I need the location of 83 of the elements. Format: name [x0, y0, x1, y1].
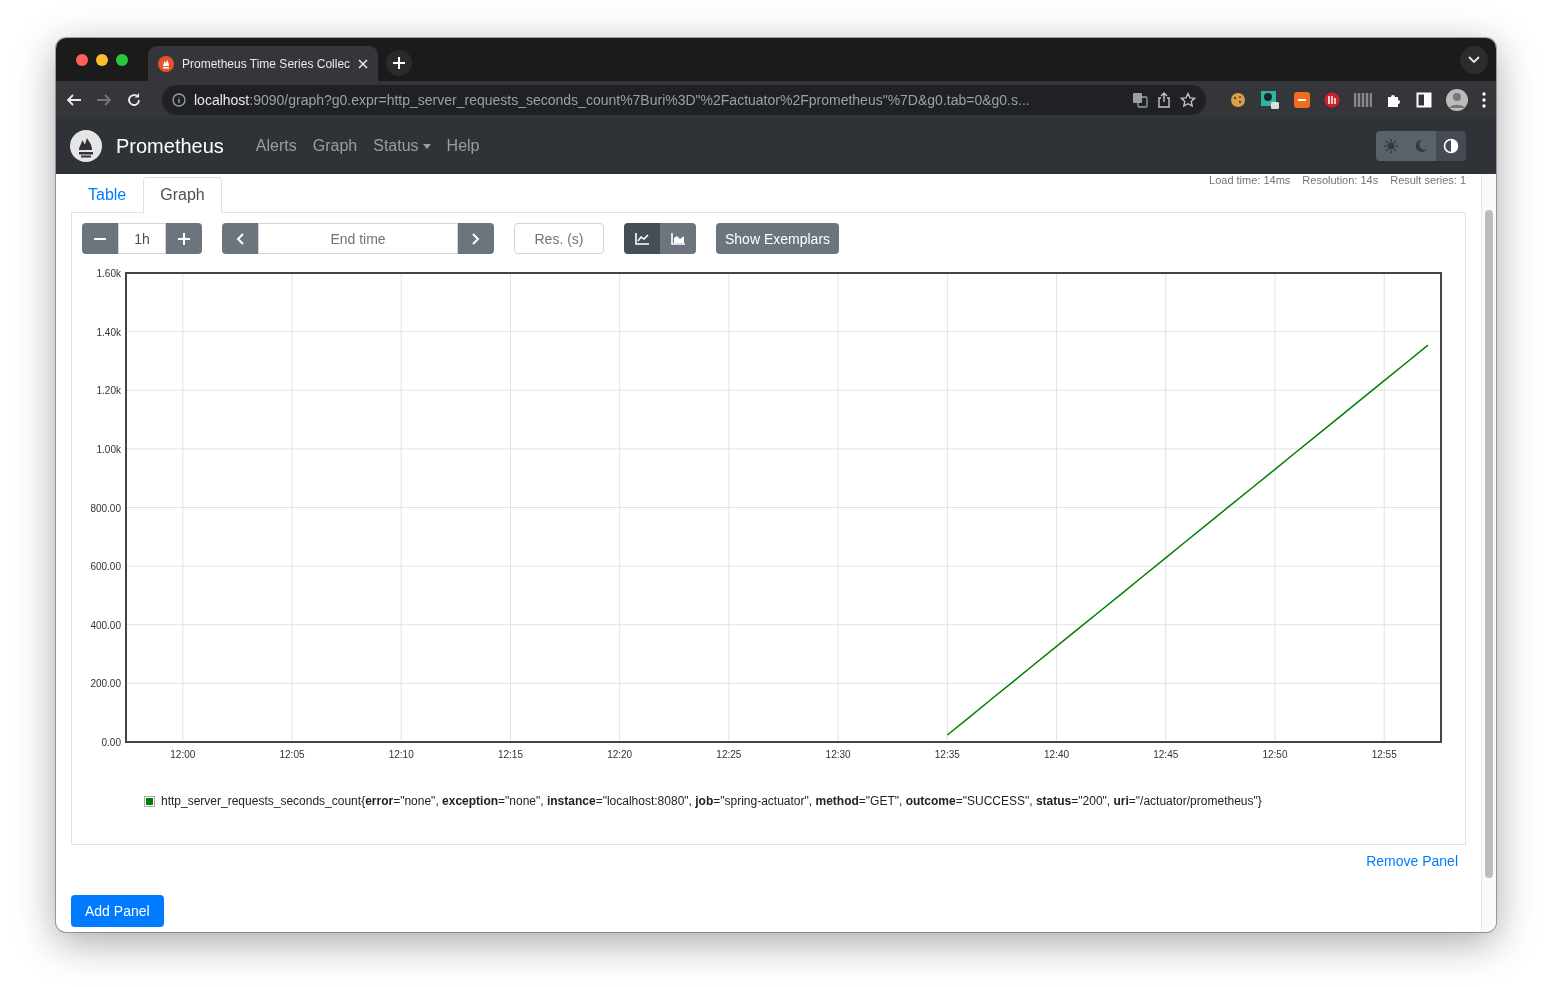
query-stat: Result series: 1: [1390, 174, 1466, 186]
more-menu-icon[interactable]: [1482, 91, 1486, 108]
tab-search-button[interactable]: [1460, 46, 1488, 74]
new-tab-button[interactable]: [386, 50, 412, 76]
avatar-icon[interactable]: [1446, 88, 1468, 111]
extension-icon[interactable]: [1294, 91, 1310, 108]
nav-link[interactable]: Graph: [304, 137, 366, 155]
forward-arrow-icon[interactable]: [96, 91, 112, 108]
add-panel-button[interactable]: Add Panel: [71, 895, 164, 927]
x-tick-label: 12:25: [716, 749, 742, 760]
x-tick-label: 12:55: [1371, 749, 1397, 760]
close-window-icon[interactable]: [76, 53, 88, 66]
chevron-right-icon: [472, 232, 480, 245]
moon-icon: [1413, 138, 1429, 154]
x-tick-label: 12:10: [388, 749, 414, 760]
y-tick-label: 1.20k: [96, 385, 121, 397]
scrollbar[interactable]: [1481, 174, 1496, 932]
x-tick-label: 12:20: [607, 749, 633, 760]
legend-swatch[interactable]: [144, 795, 155, 807]
decrease-range-button[interactable]: [82, 223, 118, 254]
x-tick-label: 12:40: [1044, 749, 1070, 760]
x-tick-label: 12:45: [1153, 749, 1179, 760]
y-tick-label: 1.00k: [96, 443, 121, 455]
line-chart-button[interactable]: [624, 223, 660, 254]
line-chart-icon: [635, 232, 649, 245]
show-exemplars-button[interactable]: Show Exemplars: [716, 223, 840, 254]
extension-icon[interactable]: [1324, 91, 1340, 108]
minus-icon: [94, 237, 106, 240]
info-icon: [172, 92, 186, 107]
minimize-window-icon[interactable]: [96, 53, 108, 66]
plus-icon: [392, 56, 406, 70]
y-tick-label: 1.40k: [96, 326, 121, 338]
extension-icon[interactable]: [1260, 89, 1280, 110]
url-text: localhost:9090/graph?g0.expr=http_server_requests_seconds_count%7Buri%3D"%2Factuator%2Fprometheus"%7D&g0.tab=0&g0.s...: [194, 91, 1031, 108]
panel-tab[interactable]: Graph: [143, 177, 222, 213]
resolution-input[interactable]: Res. (s): [514, 223, 604, 254]
x-tick-label: 12:00: [170, 749, 196, 760]
translate-icon[interactable]: [1132, 91, 1148, 108]
flame-logo-icon: [70, 130, 102, 162]
chevron-down-icon: [1468, 56, 1480, 64]
close-icon[interactable]: [358, 58, 368, 69]
half-circle-icon: [1443, 138, 1459, 154]
x-tick-label: 12:50: [1262, 749, 1288, 760]
nav-link[interactable]: Help: [438, 137, 488, 155]
brand-name[interactable]: Prometheus: [116, 134, 224, 158]
y-tick-label: 0.00: [101, 737, 121, 748]
next-time-button[interactable]: [458, 223, 494, 254]
x-tick-label: 12:15: [497, 749, 523, 760]
query-stat: Load time: 14ms: [1209, 174, 1291, 186]
area-chart-icon: [671, 232, 685, 245]
nav-link[interactable]: Alerts: [247, 137, 305, 155]
address-bar[interactable]: localhost:9090/graph?g0.expr=http_server_requests_seconds_count%7Buri%3D"%2Factuator%2Fprometheus"%7D&g0.tab=0&g0.s...: [162, 84, 1206, 115]
share-icon[interactable]: [1156, 91, 1172, 108]
plus-icon: [178, 232, 190, 245]
y-tick-label: 600.00: [90, 561, 121, 573]
flame-logo-icon: [158, 55, 174, 72]
browser-tab[interactable]: Prometheus Time Series Collec: [148, 46, 378, 81]
auto-theme-button[interactable]: [1436, 131, 1466, 161]
y-tick-label: 400.00: [90, 619, 121, 631]
previous-time-button[interactable]: [222, 223, 258, 254]
cookie-icon[interactable]: [1230, 91, 1246, 108]
stacked-chart-button[interactable]: [660, 223, 696, 254]
query-stat: Resolution: 14s: [1302, 174, 1379, 186]
chevron-left-icon: [236, 232, 244, 245]
x-tick-label: 12:35: [934, 749, 960, 760]
sidebar-icon[interactable]: [1416, 91, 1432, 108]
panel-tab[interactable]: Table: [71, 177, 144, 213]
y-tick-label: 800.00: [90, 502, 121, 514]
end-time-input[interactable]: End time: [258, 223, 458, 254]
sun-icon: [1383, 138, 1399, 154]
y-tick-label: 1.60k: [96, 268, 121, 279]
nav-link[interactable]: Status: [365, 137, 439, 155]
x-tick-label: 12:30: [825, 749, 851, 760]
range-input[interactable]: 1h: [118, 223, 166, 254]
star-icon[interactable]: [1180, 91, 1196, 108]
legend-label[interactable]: http_server_requests_seconds_count{error="none", exception="none", instance="localhost:8080", job="spring-actuator", method="GET", outcome="SUCCESS", status="200", uri="/actuator/prometheus"}: [161, 794, 1262, 808]
zoom-window-icon[interactable]: [116, 53, 128, 66]
reload-icon[interactable]: [126, 91, 142, 108]
y-tick-label: 200.00: [90, 678, 121, 690]
back-arrow-icon[interactable]: [66, 91, 82, 108]
remove-panel-link[interactable]: Remove Panel: [1366, 853, 1458, 869]
x-tick-label: 12:05: [279, 749, 305, 760]
increase-range-button[interactable]: [166, 223, 202, 254]
